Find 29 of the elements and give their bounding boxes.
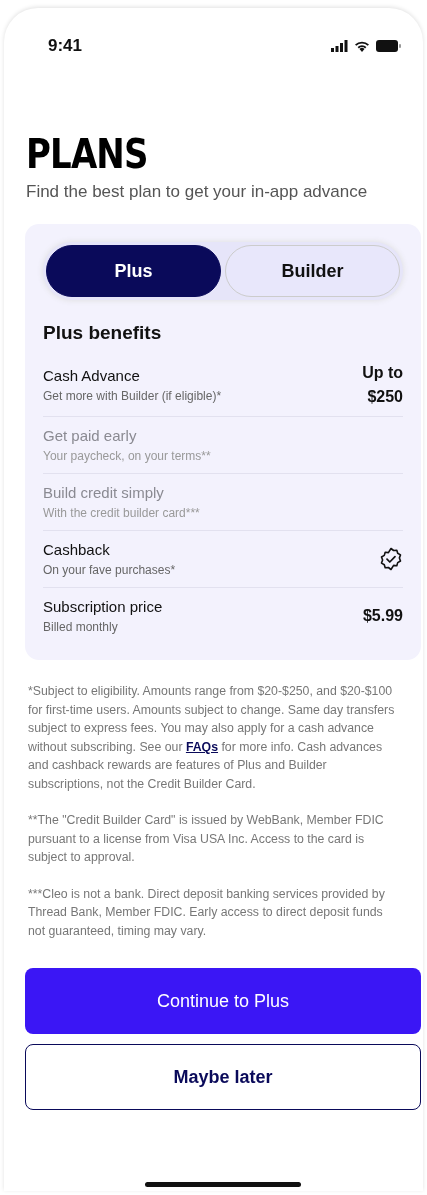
later-button[interactable]: Maybe later: [25, 1044, 421, 1110]
signal-icon: [331, 40, 348, 52]
benefit-value-label: Up to: [362, 364, 403, 382]
faq-link[interactable]: FAQs: [185, 739, 219, 754]
benefit-title: Get paid early: [43, 427, 138, 444]
footnote: **The "Credit Builder Card" is issued by WebBank, Member FDIC pursuant to a license from Visa USA Inc. Access to the card is subject to approval.: [28, 812, 385, 866]
badge-check-icon: [379, 547, 403, 571]
benefit-subtitle: On your fave purchases*: [43, 563, 176, 577]
footnote: ***Cleo is not a bank. Direct deposit banking services provided by Thread Bank, Member FDIC. Early access to direct deposit funds not guaranteed, timing may vary.: [28, 885, 386, 940]
benefit-title: Subscription price: [43, 598, 163, 615]
benefit-value: $250: [367, 388, 403, 406]
benefit-title: Cashback: [43, 541, 111, 558]
benefit-subtitle: With the credit builder card***: [43, 506, 200, 520]
wifi-icon: [354, 40, 370, 52]
status-time: 9:41: [48, 36, 83, 56]
benefit-subtitle: Your paycheck, on your terms**: [43, 449, 211, 463]
page-subtitle: Find the best plan to get your in-app advance: [26, 182, 369, 202]
continue-button[interactable]: Continue to Plus: [25, 968, 421, 1034]
benefit-subtitle: Get more with Builder (if eligible)*: [43, 389, 222, 403]
benefit-title: Cash Advance: [43, 367, 141, 384]
page-title: PLANS: [26, 132, 148, 176]
benefits-heading: Plus benefits: [43, 322, 163, 344]
battery-icon: [376, 40, 401, 52]
benefit-subtitle: Billed monthly: [43, 620, 119, 634]
plan-tab[interactable]: Plus: [46, 245, 221, 297]
benefit-title: Build credit simply: [43, 484, 165, 501]
footnote: *Subject to eligibility. Amounts range from $20-$250, and $20-$100 for first-time users. Amounts subject to change. Same day transfers subject to express fees. You may also apply for a cash advance without subscribing. See our FAQs for more info. Cash advances and cashback rewards are features of Plus and Builder subscriptions, not the Credit Builder Card.: [28, 683, 396, 793]
benefit-value: $5.99: [362, 607, 403, 625]
plan-tab[interactable]: Builder: [225, 245, 400, 297]
